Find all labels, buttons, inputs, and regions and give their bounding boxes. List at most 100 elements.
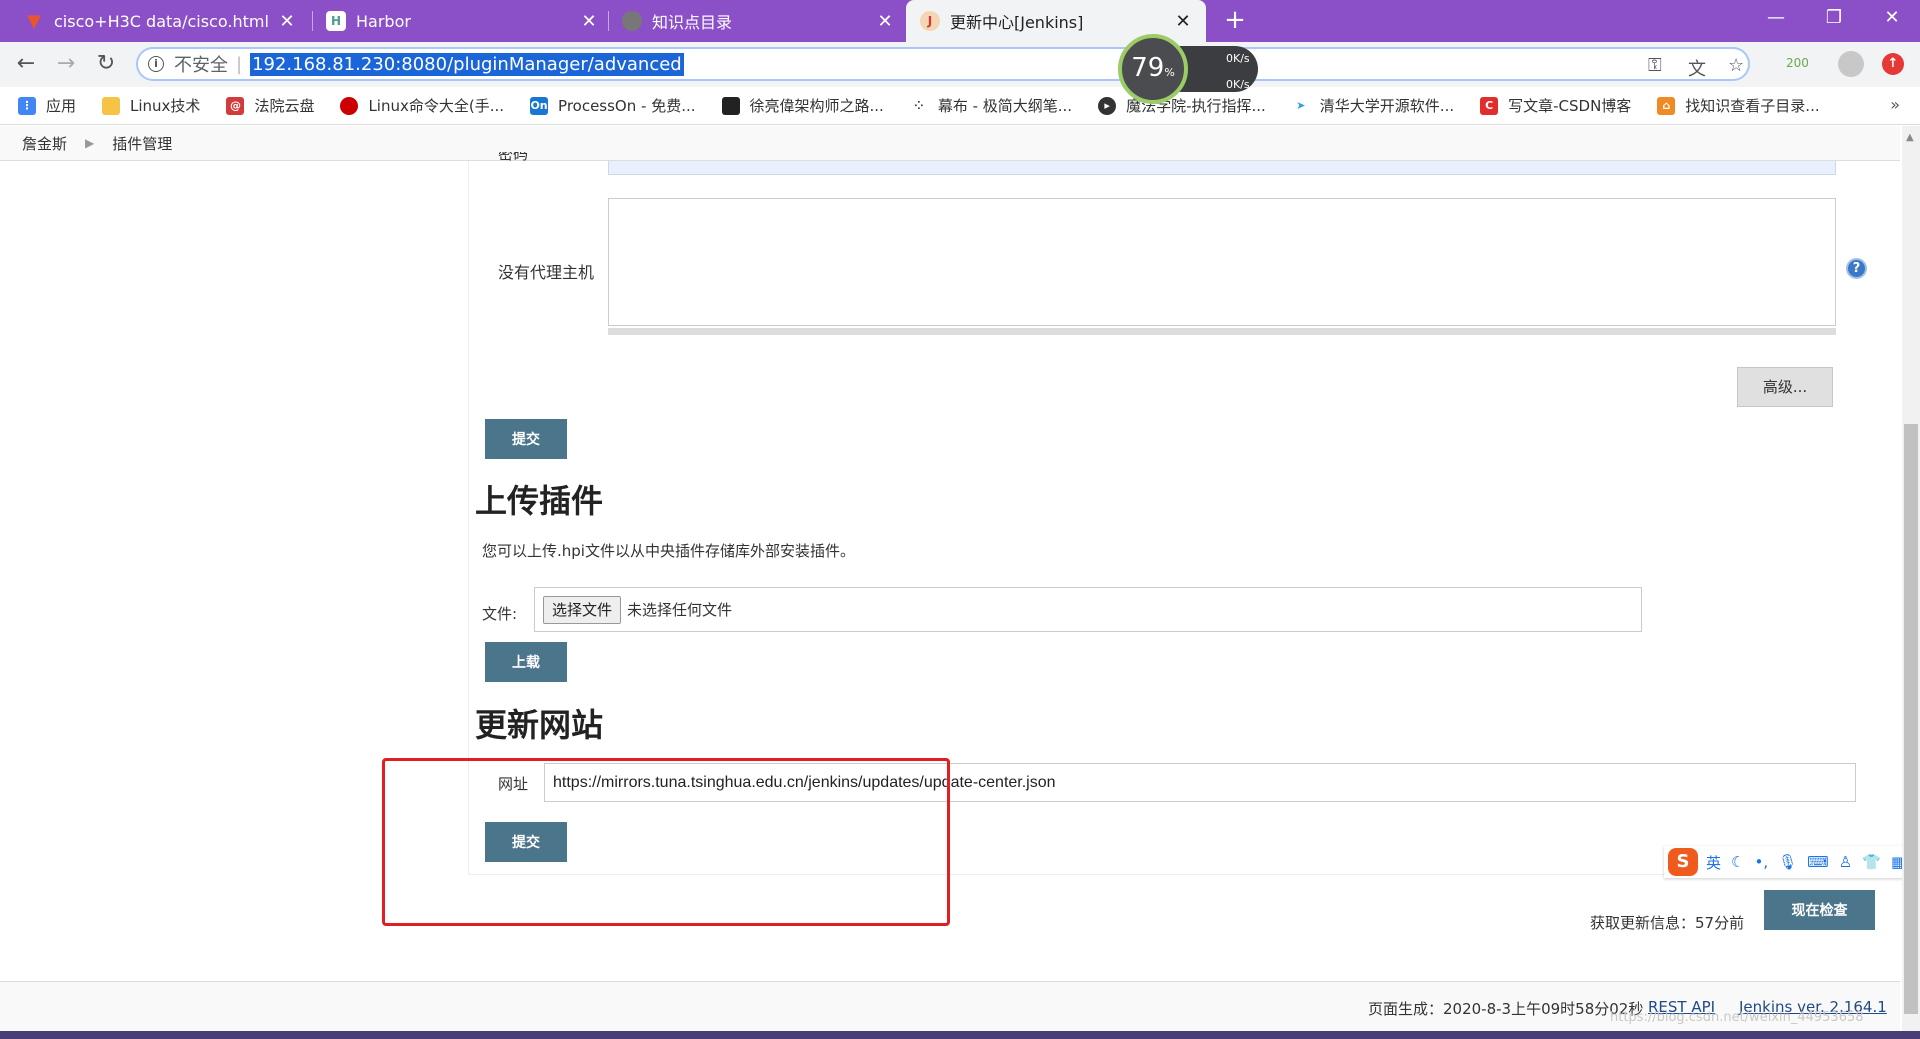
- bookmark-linux-commands[interactable]: Linux命令大全(手...: [340, 95, 504, 116]
- upload-button[interactable]: 上载: [485, 642, 567, 682]
- tab-title: 更新中心[Jenkins]: [950, 13, 1084, 32]
- browser-tab-harbor[interactable]: H Harbor ✕: [312, 0, 612, 42]
- processon-icon: On: [530, 96, 549, 115]
- bookmark-label: Linux技术: [130, 97, 201, 115]
- close-tab-icon[interactable]: ✕: [278, 11, 296, 32]
- punctuation-icon[interactable]: •,: [1754, 853, 1768, 871]
- bookmark-label: Linux命令大全(手...: [368, 97, 505, 115]
- sogou-icon[interactable]: S: [1668, 848, 1698, 876]
- star-icon[interactable]: ☆: [1728, 55, 1744, 76]
- ime-mode-toggle[interactable]: 英: [1706, 852, 1721, 873]
- help-icon[interactable]: ?: [1846, 258, 1867, 279]
- minimize-icon[interactable]: —: [1750, 0, 1802, 36]
- moon-icon[interactable]: ☾: [1731, 853, 1744, 871]
- scrollbar-thumb[interactable]: [1904, 424, 1918, 1014]
- restore-icon[interactable]: ❐: [1808, 0, 1860, 36]
- forward-icon[interactable]: →: [50, 48, 82, 80]
- update-icon[interactable]: ↑: [1882, 53, 1904, 75]
- watermark-text: https://blog.csdn.net/weixin_44953658: [1610, 1010, 1864, 1025]
- shirt-icon[interactable]: 👕: [1862, 853, 1881, 871]
- bookmark-label: 法院云盘: [254, 97, 315, 115]
- keyboard-icon[interactable]: ⌨: [1807, 853, 1829, 871]
- bookmark-apps[interactable]: ⋮ 应用: [18, 95, 76, 116]
- textarea-resize-bar[interactable]: [608, 328, 1836, 335]
- last-update-info: 获取更新信息：57分前: [1590, 914, 1745, 932]
- gitlab-icon: ▼: [27, 10, 41, 32]
- globe-icon: [622, 11, 642, 31]
- speed-gauge: 79%: [1118, 34, 1188, 104]
- breadcrumb: 詹金斯 ▶ 插件管理: [0, 126, 1900, 161]
- close-tab-icon[interactable]: ✕: [1174, 11, 1192, 32]
- close-tab-icon[interactable]: ✕: [580, 11, 598, 32]
- file-label: 文件:: [482, 605, 518, 623]
- no-proxy-hosts-input[interactable]: [608, 198, 1836, 326]
- bookmark-csdn[interactable]: C 写文章-CSDN博客: [1480, 95, 1631, 116]
- chevron-right-icon: ▶: [85, 136, 95, 150]
- user-icon[interactable]: ♙: [1839, 853, 1852, 871]
- bookmark-label: 幕布 - 极简大纲笔...: [937, 97, 1073, 115]
- profile-avatar[interactable]: [1838, 51, 1864, 77]
- tab-title: 知识点目录: [652, 13, 733, 32]
- upload-description: 您可以上传.hpi文件以从中央插件存储库外部安装插件。: [482, 542, 855, 560]
- no-file-selected-label: 未选择任何文件: [627, 601, 733, 619]
- extension-badge[interactable]: 200: [1786, 56, 1809, 70]
- bookmark-label: ProcessOn - 免费...: [558, 97, 696, 115]
- microphone-icon[interactable]: 🎙: [1778, 853, 1797, 871]
- cloud-drive-icon: @: [226, 96, 245, 115]
- apps-grid-icon: ⋮: [18, 96, 36, 115]
- upload-rate: 0K/s: [1226, 52, 1250, 65]
- ime-toolbar: S 英 ☾ •, 🎙 ⌨ ♙ 👕 ▦: [1664, 846, 1920, 878]
- more-bookmarks-icon[interactable]: »: [1890, 95, 1900, 114]
- jenkins-icon: J: [920, 11, 940, 31]
- back-icon[interactable]: ←: [10, 48, 42, 80]
- play-icon: ▸: [1098, 96, 1117, 115]
- scroll-up-icon[interactable]: ▲: [1906, 132, 1914, 143]
- key-icon[interactable]: ⚿: [1648, 55, 1662, 76]
- browser-tab-strip: ▼ cisco+H3C data/cisco.html · m ✕ H Harb…: [0, 0, 1920, 42]
- network-speed-widget[interactable]: 79% 0K/s 0K/s: [1118, 34, 1264, 104]
- download-rate: 0K/s: [1226, 78, 1250, 91]
- bookmark-mubu[interactable]: ⁘ 幕布 - 极简大纲笔...: [909, 95, 1073, 116]
- breadcrumb-plugin-manager[interactable]: 插件管理: [112, 133, 172, 154]
- mubu-icon: ⁘: [909, 96, 928, 115]
- close-window-icon[interactable]: ✕: [1866, 0, 1918, 36]
- browser-toolbar: ← → ↻ i 不安全 | 192.168.81.230:8080/plugin…: [0, 42, 1920, 87]
- file-input[interactable]: 选择文件 未选择任何文件: [534, 587, 1642, 632]
- browser-tab-knowledge[interactable]: 知识点目录 ✕: [608, 0, 908, 42]
- browser-tab-gitlab[interactable]: ▼ cisco+H3C data/cisco.html · m ✕: [10, 0, 310, 42]
- check-now-button[interactable]: 现在检查: [1764, 890, 1875, 930]
- upload-plugin-heading: 上传插件: [475, 482, 604, 520]
- url-text[interactable]: 192.168.81.230:8080/pluginManager/advanc…: [250, 52, 684, 76]
- page-generated-time: 页面生成：2020-8-3上午09时58分02秒: [1368, 1000, 1644, 1018]
- proxy-submit-button[interactable]: 提交: [485, 419, 567, 459]
- bookmark-architect[interactable]: 徐亮偉架构师之路...: [721, 95, 884, 116]
- insecure-label: 不安全: [174, 55, 228, 76]
- bookmark-label: 应用: [46, 97, 77, 115]
- os-taskbar: [0, 1031, 1920, 1039]
- bookmark-court-cloud[interactable]: @ 法院云盘: [226, 95, 314, 116]
- close-tab-icon[interactable]: ✕: [876, 11, 894, 32]
- bookmark-processon[interactable]: On ProcessOn - 免费...: [530, 95, 696, 116]
- reload-icon[interactable]: ↻: [90, 48, 122, 80]
- bookmark-linux-tech[interactable]: Linux技术: [102, 95, 200, 116]
- new-tab-button[interactable]: +: [1220, 5, 1250, 35]
- breadcrumb-jenkins[interactable]: 詹金斯: [22, 133, 67, 154]
- site-info-icon[interactable]: i: [148, 56, 164, 72]
- bookmarks-bar: ⋮ 应用 Linux技术 @ 法院云盘 Linux命令大全(手... On Proce…: [0, 87, 1920, 125]
- choose-file-button[interactable]: 选择文件: [543, 595, 622, 624]
- advanced-button[interactable]: 高级...: [1737, 367, 1833, 407]
- address-bar[interactable]: i 不安全 | 192.168.81.230:8080/pluginManage…: [136, 47, 1750, 81]
- update-site-url-input[interactable]: https://mirrors.tuna.tsinghua.edu.cn/jen…: [544, 763, 1856, 802]
- update-site-submit-button[interactable]: 提交: [485, 822, 567, 862]
- translate-icon[interactable]: 文: [1688, 55, 1706, 81]
- bookmark-label: 找知识查看子目录...: [1685, 97, 1820, 115]
- address-divider: |: [236, 53, 243, 75]
- csdn-icon: C: [1480, 96, 1499, 115]
- bookmark-tsinghua-mirror[interactable]: ➤ 清华大学开源软件...: [1291, 95, 1454, 116]
- password-label: 密码: [498, 152, 529, 162]
- password-field[interactable]: [608, 161, 1836, 175]
- bookmark-label: 徐亮偉架构师之路...: [749, 97, 884, 115]
- bookmark-knowledge-dir[interactable]: ⌂ 找知识查看子目录...: [1657, 95, 1820, 116]
- knowledge-icon: ⌂: [1657, 96, 1676, 115]
- tab-title: cisco+H3C data/cisco.html · m: [54, 11, 272, 31]
